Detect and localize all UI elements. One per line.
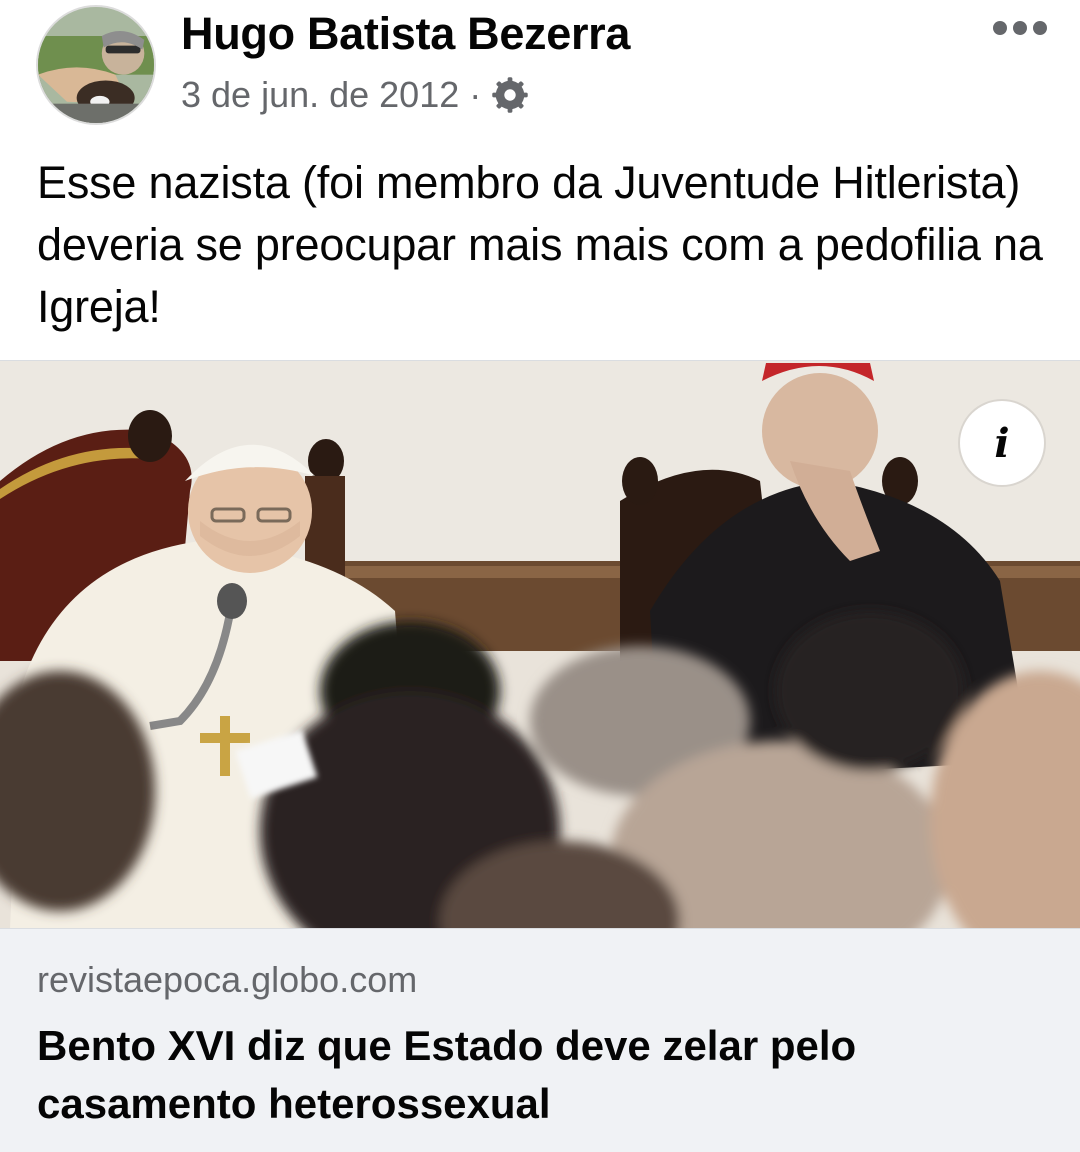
post-header: Hugo Batista Bezerra 3 de jun. de 2012 · bbox=[0, 0, 1080, 140]
more-options-button[interactable] bbox=[985, 6, 1055, 50]
more-options-icon bbox=[993, 21, 1007, 35]
post-meta: 3 de jun. de 2012 · bbox=[181, 73, 529, 117]
link-title[interactable]: Bento XVI diz que Estado deve zelar pelo… bbox=[37, 1017, 1037, 1133]
gear-icon[interactable] bbox=[491, 76, 529, 114]
author-avatar[interactable] bbox=[36, 5, 156, 125]
meta-separator: · bbox=[469, 74, 482, 115]
link-preview-card[interactable]: i revistaepoca.globo.com Bento XVI diz q… bbox=[0, 360, 1080, 1152]
more-options-dot bbox=[1033, 21, 1047, 35]
info-icon: i bbox=[994, 419, 1010, 467]
post-text: Esse nazista (foi membro da Juventude Hi… bbox=[37, 157, 1043, 332]
more-options-dot bbox=[1013, 21, 1027, 35]
preview-photo bbox=[0, 361, 1080, 928]
link-preview-image[interactable]: i bbox=[0, 360, 1080, 928]
avatar-photo bbox=[38, 7, 154, 123]
author-name[interactable]: Hugo Batista Bezerra bbox=[181, 8, 630, 60]
link-preview-footer[interactable]: revistaepoca.globo.com Bento XVI diz que… bbox=[0, 928, 1080, 1152]
link-domain: revistaepoca.globo.com bbox=[37, 959, 418, 1000]
post-date[interactable]: 3 de jun. de 2012 bbox=[181, 74, 459, 116]
info-button[interactable]: i bbox=[960, 401, 1044, 485]
